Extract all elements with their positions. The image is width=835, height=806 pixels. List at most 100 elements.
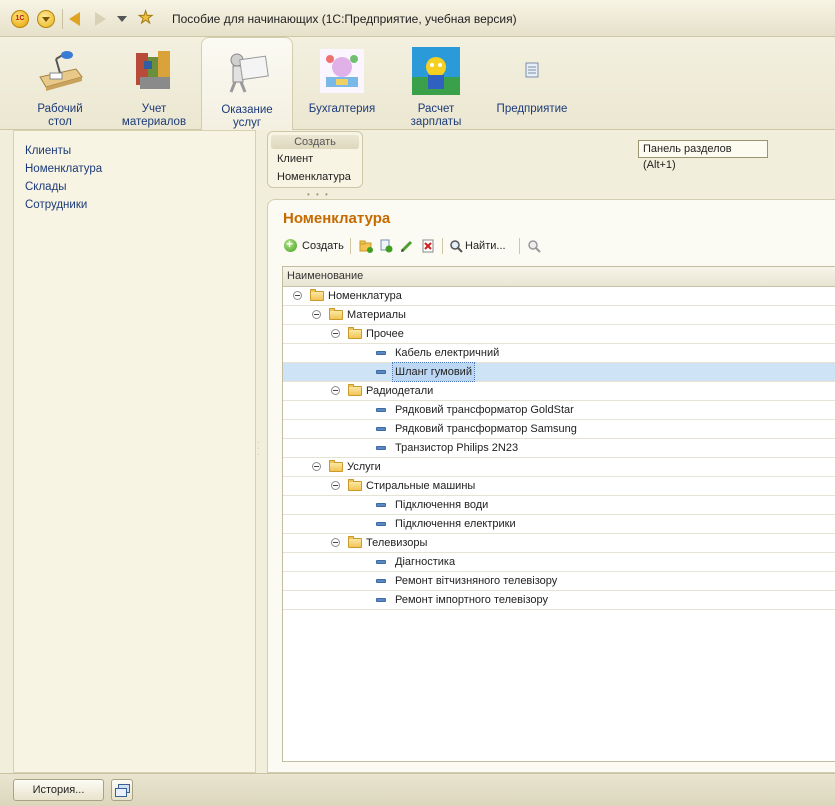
create-client-link[interactable]: Клиент	[277, 153, 313, 165]
create-group-icon[interactable]	[359, 239, 373, 253]
row-label: Шланг гумовий	[392, 362, 475, 382]
history-dropdown-icon[interactable]	[114, 11, 130, 27]
collapse-toggle-icon[interactable]	[331, 329, 340, 338]
table-row[interactable]: Діагностика	[283, 553, 835, 572]
row-label: Діагностика	[395, 556, 456, 568]
row-label: Підключення електрики	[395, 518, 516, 530]
section-accounting[interactable]: Бухгалтерия	[296, 41, 388, 129]
table-row[interactable]: Номенклатура	[283, 287, 835, 306]
collapse-toggle-icon[interactable]	[331, 538, 340, 547]
table-row[interactable]: Кабель електричний	[283, 344, 835, 363]
toolbar-divider	[350, 238, 351, 254]
history-button[interactable]: История...	[13, 779, 104, 801]
row-label: Радиодетали	[366, 385, 434, 397]
table-row[interactable]: Транзистор Philips 2N23	[283, 439, 835, 458]
section-label: Учет материалов	[121, 103, 187, 128]
create-button[interactable]: Создать	[284, 237, 346, 255]
item-icon	[376, 351, 386, 355]
delete-mark-icon[interactable]	[421, 239, 435, 253]
table-body: Номенклатура Материалы Прочее Кабель електр…	[283, 287, 835, 610]
panel-resize-handle[interactable]: · · ·	[257, 439, 261, 466]
section-materials[interactable]: Учет материалов	[108, 41, 200, 129]
row-label: Кабель електричний	[395, 347, 500, 359]
services-icon	[223, 48, 271, 96]
item-icon	[376, 522, 386, 526]
sidebar-item-nomenclature[interactable]: Номенклатура	[25, 163, 102, 175]
sidebar-item-warehouses[interactable]: Склады	[25, 181, 67, 193]
toolbar-divider	[442, 238, 443, 254]
create-nomenclature-link[interactable]: Номенклатура	[277, 171, 351, 183]
collapse-toggle-icon[interactable]	[312, 462, 321, 471]
table-row[interactable]: Підключення води	[283, 496, 835, 515]
search-icon	[449, 239, 463, 253]
app-logo-icon[interactable]: 1С	[11, 10, 29, 28]
folder-icon	[348, 479, 362, 491]
table-row[interactable]: Рядковий трансформатор GoldStar	[283, 401, 835, 420]
section-label: Расчет зарплаты	[410, 103, 462, 128]
row-label: Услуги	[347, 461, 381, 473]
section-label: Бухгалтерия	[308, 103, 376, 115]
copy-icon[interactable]	[379, 239, 393, 253]
table-row[interactable]: Прочее	[283, 325, 835, 344]
section-salary[interactable]: Расчет зарплаты	[390, 41, 482, 129]
table-row[interactable]: Ремонт вітчизняного телевізору	[283, 572, 835, 591]
add-circle-icon	[284, 237, 297, 252]
item-icon	[376, 598, 386, 602]
table-row[interactable]: Підключення електрики	[283, 515, 835, 534]
row-label: Прочее	[366, 328, 404, 340]
salary-icon	[412, 47, 460, 95]
main-menu-button[interactable]	[37, 10, 55, 28]
title-bar: 1С ★ Пособие для начинающих (1С:Предприя…	[0, 0, 835, 37]
folder-icon	[348, 384, 362, 396]
find-button[interactable]: Найти...	[449, 237, 514, 255]
folder-icon	[329, 460, 343, 472]
cancel-search-icon[interactable]	[527, 239, 541, 253]
row-label: Материалы	[347, 309, 406, 321]
enterprise-icon	[508, 47, 556, 95]
folder-icon	[348, 327, 362, 339]
row-label: Стиральные машины	[366, 480, 476, 492]
create-button-label: Создать	[302, 240, 344, 252]
column-header-name[interactable]: Наименование	[283, 267, 835, 287]
windows-list-icon[interactable]	[111, 779, 133, 801]
favorites-star-icon[interactable]: ★	[137, 8, 153, 27]
form-title: Номенклатура	[283, 210, 391, 227]
folder-icon	[329, 308, 343, 320]
folder-icon	[348, 536, 362, 548]
table-row[interactable]: Стиральные машины	[283, 477, 835, 496]
table-row[interactable]: Шланг гумовий	[283, 362, 835, 382]
collapse-toggle-icon[interactable]	[331, 386, 340, 395]
section-enterprise[interactable]: Предприятие	[484, 41, 580, 129]
sidebar-item-employees[interactable]: Сотрудники	[25, 199, 87, 211]
table-row[interactable]: Услуги	[283, 458, 835, 477]
item-icon	[376, 446, 386, 450]
table-row[interactable]: Рядковий трансформатор Samsung	[283, 420, 835, 439]
item-icon	[376, 427, 386, 431]
edit-pencil-icon[interactable]	[400, 239, 414, 253]
table-row[interactable]: Телевизоры	[283, 534, 835, 553]
back-arrow-icon[interactable]	[67, 11, 83, 27]
materials-icon	[130, 47, 178, 95]
collapse-toggle-icon[interactable]	[312, 310, 321, 319]
item-icon	[376, 408, 386, 412]
table-row[interactable]: Радиодетали	[283, 382, 835, 401]
desk-lamp-icon	[36, 47, 84, 95]
row-label: Ремонт імпортного телевізору	[395, 594, 548, 606]
row-label: Рядковий трансформатор Samsung	[395, 423, 577, 435]
panel-splitter[interactable]: • • •	[307, 190, 330, 199]
table-row[interactable]: Ремонт імпортного телевізору	[283, 591, 835, 610]
section-services[interactable]: Оказание услуг	[201, 37, 293, 130]
accounting-icon	[318, 47, 366, 95]
create-panel-header: Создать	[271, 135, 359, 149]
toolbar-divider	[519, 238, 520, 254]
forward-arrow-icon[interactable]	[92, 11, 108, 27]
sidebar-item-clients[interactable]: Клиенты	[25, 145, 71, 157]
table-row[interactable]: Материалы	[283, 306, 835, 325]
item-icon	[376, 560, 386, 564]
collapse-toggle-icon[interactable]	[293, 291, 302, 300]
collapse-toggle-icon[interactable]	[331, 481, 340, 490]
row-label: Транзистор Philips 2N23	[395, 442, 519, 454]
section-desktop[interactable]: Рабочий стол	[14, 41, 106, 129]
nomenclature-table: Наименование Номенклатура Материалы Прочее…	[282, 266, 835, 762]
item-icon	[376, 503, 386, 507]
